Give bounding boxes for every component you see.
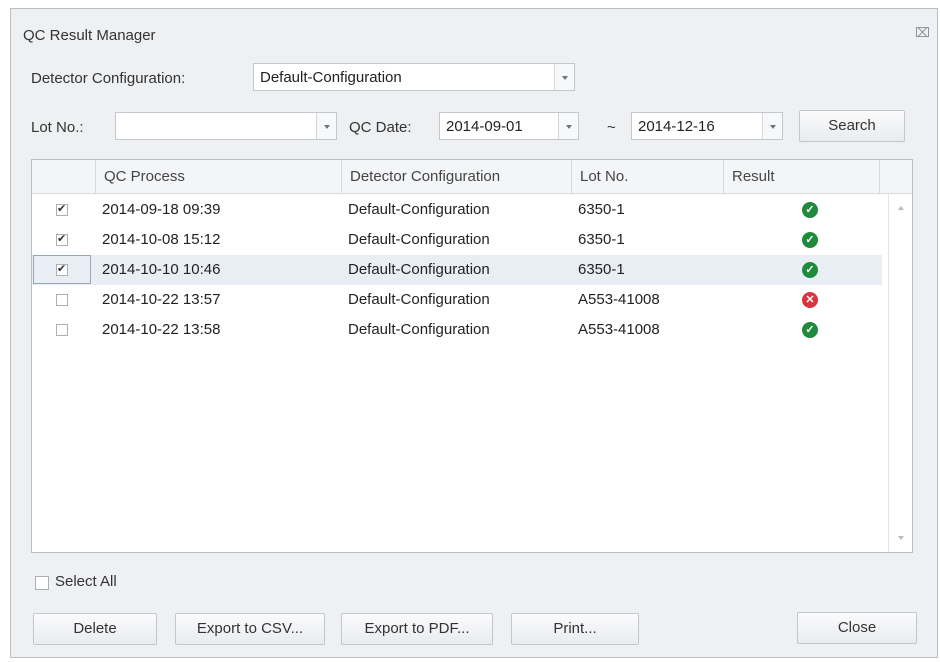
close-window-icon[interactable]: ⌧ bbox=[915, 26, 930, 40]
table-header: QC Process Detector Configuration Lot No… bbox=[32, 160, 912, 194]
lot-no-cell: 6350-1 bbox=[578, 201, 625, 218]
column-header-select bbox=[32, 160, 96, 193]
qc-date-label: QC Date: bbox=[349, 119, 412, 136]
vertical-scrollbar[interactable] bbox=[888, 194, 912, 552]
chevron-down-icon[interactable] bbox=[762, 113, 782, 139]
chevron-down-icon[interactable] bbox=[558, 113, 578, 139]
date-to-picker[interactable]: 2014-12-16 bbox=[631, 112, 783, 140]
lot-no-cell: 6350-1 bbox=[578, 261, 625, 278]
qc-process-cell: 2014-10-10 10:46 bbox=[102, 261, 221, 278]
table-row[interactable]: 2014-09-18 09:39 Default-Configuration 6… bbox=[32, 195, 882, 225]
chevron-down-icon[interactable] bbox=[554, 64, 574, 90]
row-checkbox[interactable] bbox=[56, 202, 68, 216]
table-row[interactable]: 2014-10-22 13:58 Default-Configuration A… bbox=[32, 315, 882, 345]
column-header-detector-config[interactable]: Detector Configuration bbox=[342, 160, 572, 193]
date-to-value: 2014-12-16 bbox=[638, 118, 715, 135]
detector-config-value: Default-Configuration bbox=[260, 69, 402, 86]
table-row[interactable]: 2014-10-08 15:12 Default-Configuration 6… bbox=[32, 225, 882, 255]
check-circle-icon: ✓ bbox=[802, 262, 818, 278]
column-header-result[interactable]: Result bbox=[724, 160, 880, 193]
lot-no-cell: A553-41008 bbox=[578, 291, 660, 308]
print-button[interactable]: Print... bbox=[511, 613, 639, 645]
qc-process-cell: 2014-09-18 09:39 bbox=[102, 201, 221, 218]
title-bar: QC Result Manager ⌧ bbox=[11, 9, 937, 53]
chevron-down-icon[interactable] bbox=[316, 113, 336, 139]
scroll-up-icon[interactable] bbox=[898, 206, 904, 210]
lot-no-cell: A553-41008 bbox=[578, 321, 660, 338]
table-row[interactable]: 2014-10-22 13:57 Default-Configuration A… bbox=[32, 285, 882, 315]
row-checkbox[interactable] bbox=[56, 262, 68, 276]
detector-config-label: Detector Configuration: bbox=[31, 70, 186, 87]
qc-results-table: QC Process Detector Configuration Lot No… bbox=[31, 159, 913, 553]
select-all-checkbox[interactable] bbox=[35, 576, 49, 590]
lot-no-label: Lot No.: bbox=[31, 119, 84, 136]
delete-button[interactable]: Delete bbox=[33, 613, 157, 645]
scroll-down-icon[interactable] bbox=[898, 536, 904, 540]
detector-config-cell: Default-Configuration bbox=[348, 231, 490, 248]
window-title: QC Result Manager bbox=[23, 27, 156, 44]
row-checkbox[interactable] bbox=[56, 232, 68, 246]
check-circle-icon: ✓ bbox=[802, 322, 818, 338]
detector-config-cell: Default-Configuration bbox=[348, 321, 490, 338]
row-checkbox[interactable] bbox=[56, 294, 68, 306]
close-button[interactable]: Close bbox=[797, 612, 917, 644]
lot-no-cell: 6350-1 bbox=[578, 231, 625, 248]
select-all-label[interactable]: Select All bbox=[55, 573, 117, 590]
check-circle-icon: ✓ bbox=[802, 202, 818, 218]
check-circle-icon: ✓ bbox=[802, 232, 818, 248]
date-range-separator: ~ bbox=[607, 119, 616, 136]
qc-process-cell: 2014-10-22 13:57 bbox=[102, 291, 221, 308]
table-row-selected[interactable]: 2014-10-10 10:46 Default-Configuration 6… bbox=[32, 255, 882, 285]
export-pdf-button[interactable]: Export to PDF... bbox=[341, 613, 493, 645]
x-circle-icon: ✕ bbox=[802, 292, 818, 308]
qc-process-cell: 2014-10-08 15:12 bbox=[102, 231, 221, 248]
detector-config-select[interactable]: Default-Configuration bbox=[253, 63, 575, 91]
detector-config-cell: Default-Configuration bbox=[348, 261, 490, 278]
qc-result-manager-window: QC Result Manager ⌧ Detector Configurati… bbox=[10, 8, 938, 658]
export-csv-button[interactable]: Export to CSV... bbox=[175, 613, 325, 645]
column-header-qc-process[interactable]: QC Process bbox=[96, 160, 342, 193]
detector-config-cell: Default-Configuration bbox=[348, 201, 490, 218]
lot-no-select[interactable] bbox=[115, 112, 337, 140]
detector-config-cell: Default-Configuration bbox=[348, 291, 490, 308]
qc-process-cell: 2014-10-22 13:58 bbox=[102, 321, 221, 338]
column-header-lot-no[interactable]: Lot No. bbox=[572, 160, 724, 193]
date-from-picker[interactable]: 2014-09-01 bbox=[439, 112, 579, 140]
row-checkbox[interactable] bbox=[56, 324, 68, 336]
search-button[interactable]: Search bbox=[799, 110, 905, 142]
date-from-value: 2014-09-01 bbox=[446, 118, 523, 135]
